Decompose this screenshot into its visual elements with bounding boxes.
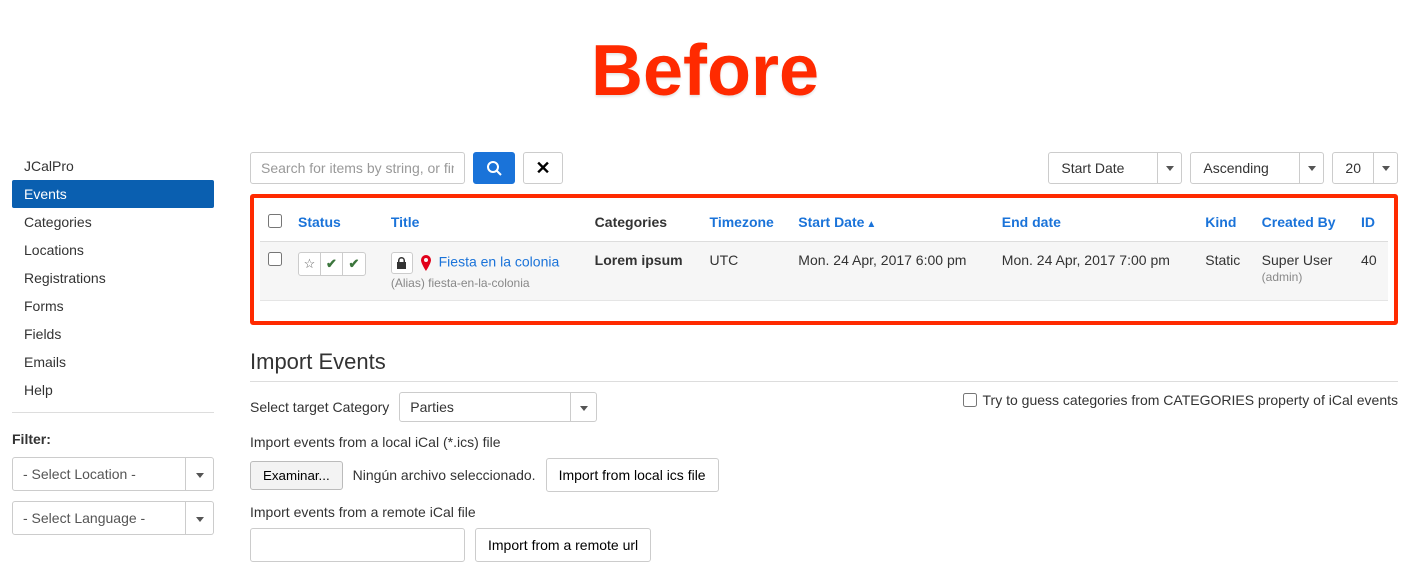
page-size-value: 20 [1332,152,1374,184]
select-all-checkbox[interactable] [268,214,282,228]
table-row: ☆ ✔ ✔ Fiesta en la [260,242,1388,301]
chevron-down-icon [570,393,596,421]
chevron-down-icon [1300,152,1324,184]
col-start-date[interactable]: Start Date▲ [790,204,994,242]
row-checkbox[interactable] [268,252,282,266]
main-content: ✕ Start Date Ascending 20 [250,152,1398,562]
file-browse-button[interactable]: Examinar... [250,461,343,490]
import-remote-button[interactable]: Import from a remote url [475,528,651,562]
sort-asc-icon: ▲ [866,219,876,230]
search-button[interactable] [473,152,515,184]
import-heading: Import Events [250,349,1398,382]
search-input[interactable] [250,152,465,184]
cell-kind: Static [1197,242,1253,301]
sidebar: JCalPro Events Categories Locations Regi… [12,152,214,562]
target-category-value: Parties [400,393,570,421]
sidebar-item-registrations[interactable]: Registrations [12,264,214,292]
cell-id: 40 [1353,242,1388,301]
col-categories: Categories [587,204,702,242]
guess-categories-label: Try to guess categories from CATEGORIES … [983,392,1398,408]
sort-dir-select[interactable]: Ascending [1190,152,1324,184]
sidebar-item-forms[interactable]: Forms [12,292,214,320]
status-group[interactable]: ☆ ✔ ✔ [298,252,366,276]
cell-categories: Lorem ipsum [587,242,702,301]
remote-url-input[interactable] [250,528,465,562]
target-category-select[interactable]: Parties [399,392,597,422]
star-icon[interactable]: ☆ [299,253,321,275]
cell-start-date: Mon. 24 Apr, 2017 6:00 pm [790,242,994,301]
cell-end-date: Mon. 24 Apr, 2017 7:00 pm [994,242,1198,301]
col-status[interactable]: Status [290,204,383,242]
sidebar-item-categories[interactable]: Categories [12,208,214,236]
events-table-wrap: Status Title Categories Timezone Start D… [250,194,1398,325]
event-title-link[interactable]: Fiesta en la colonia [439,254,560,270]
cell-timezone: UTC [702,242,791,301]
filter-language[interactable]: - Select Language - [12,501,214,535]
sidebar-item-help[interactable]: Help [12,376,214,404]
col-id[interactable]: ID [1353,204,1388,242]
lock-icon[interactable] [391,252,413,274]
sidebar-item-locations[interactable]: Locations [12,236,214,264]
filter-location-value: - Select Location - [12,457,186,491]
filter-heading: Filter: [12,431,214,447]
sort-dir-value: Ascending [1190,152,1300,184]
events-table: Status Title Categories Timezone Start D… [260,204,1388,301]
close-icon: ✕ [535,158,550,179]
sidebar-item-events[interactable]: Events [12,180,214,208]
chevron-down-icon [1374,152,1398,184]
target-category-label: Select target Category [250,399,389,415]
search-icon [486,160,502,176]
toolbar: ✕ Start Date Ascending 20 [250,152,1398,184]
col-created-by[interactable]: Created By [1254,204,1353,242]
local-import-heading: Import events from a local iCal (*.ics) … [250,434,1398,450]
chevron-down-icon [186,501,214,535]
filter-language-value: - Select Language - [12,501,186,535]
import-local-button[interactable]: Import from local ics file [546,458,719,492]
col-kind[interactable]: Kind [1197,204,1253,242]
col-end-date[interactable]: End date [994,204,1198,242]
chevron-down-icon [1158,152,1182,184]
guess-categories-checkbox[interactable] [963,393,977,407]
clear-search-button[interactable]: ✕ [523,152,563,184]
col-timezone[interactable]: Timezone [702,204,791,242]
file-status: Ningún archivo seleccionado. [353,467,536,483]
filter-location[interactable]: - Select Location - [12,457,214,491]
sidebar-item-emails[interactable]: Emails [12,348,214,376]
sidebar-nav: JCalPro Events Categories Locations Regi… [12,152,214,413]
check-icon[interactable]: ✔ [343,253,365,275]
sidebar-item-fields[interactable]: Fields [12,320,214,348]
sidebar-item-jcalpro[interactable]: JCalPro [12,152,214,180]
cell-created-by: Super User (admin) [1254,242,1353,301]
event-alias: (Alias) fiesta-en-la-colonia [391,276,579,290]
check-icon[interactable]: ✔ [321,253,343,275]
sort-field-value: Start Date [1048,152,1158,184]
sort-field-select[interactable]: Start Date [1048,152,1182,184]
chevron-down-icon [186,457,214,491]
page-size-select[interactable]: 20 [1332,152,1398,184]
map-pin-icon [421,255,431,271]
col-title[interactable]: Title [383,204,587,242]
remote-import-heading: Import events from a remote iCal file [250,504,1398,520]
page-title: Before [0,30,1410,112]
